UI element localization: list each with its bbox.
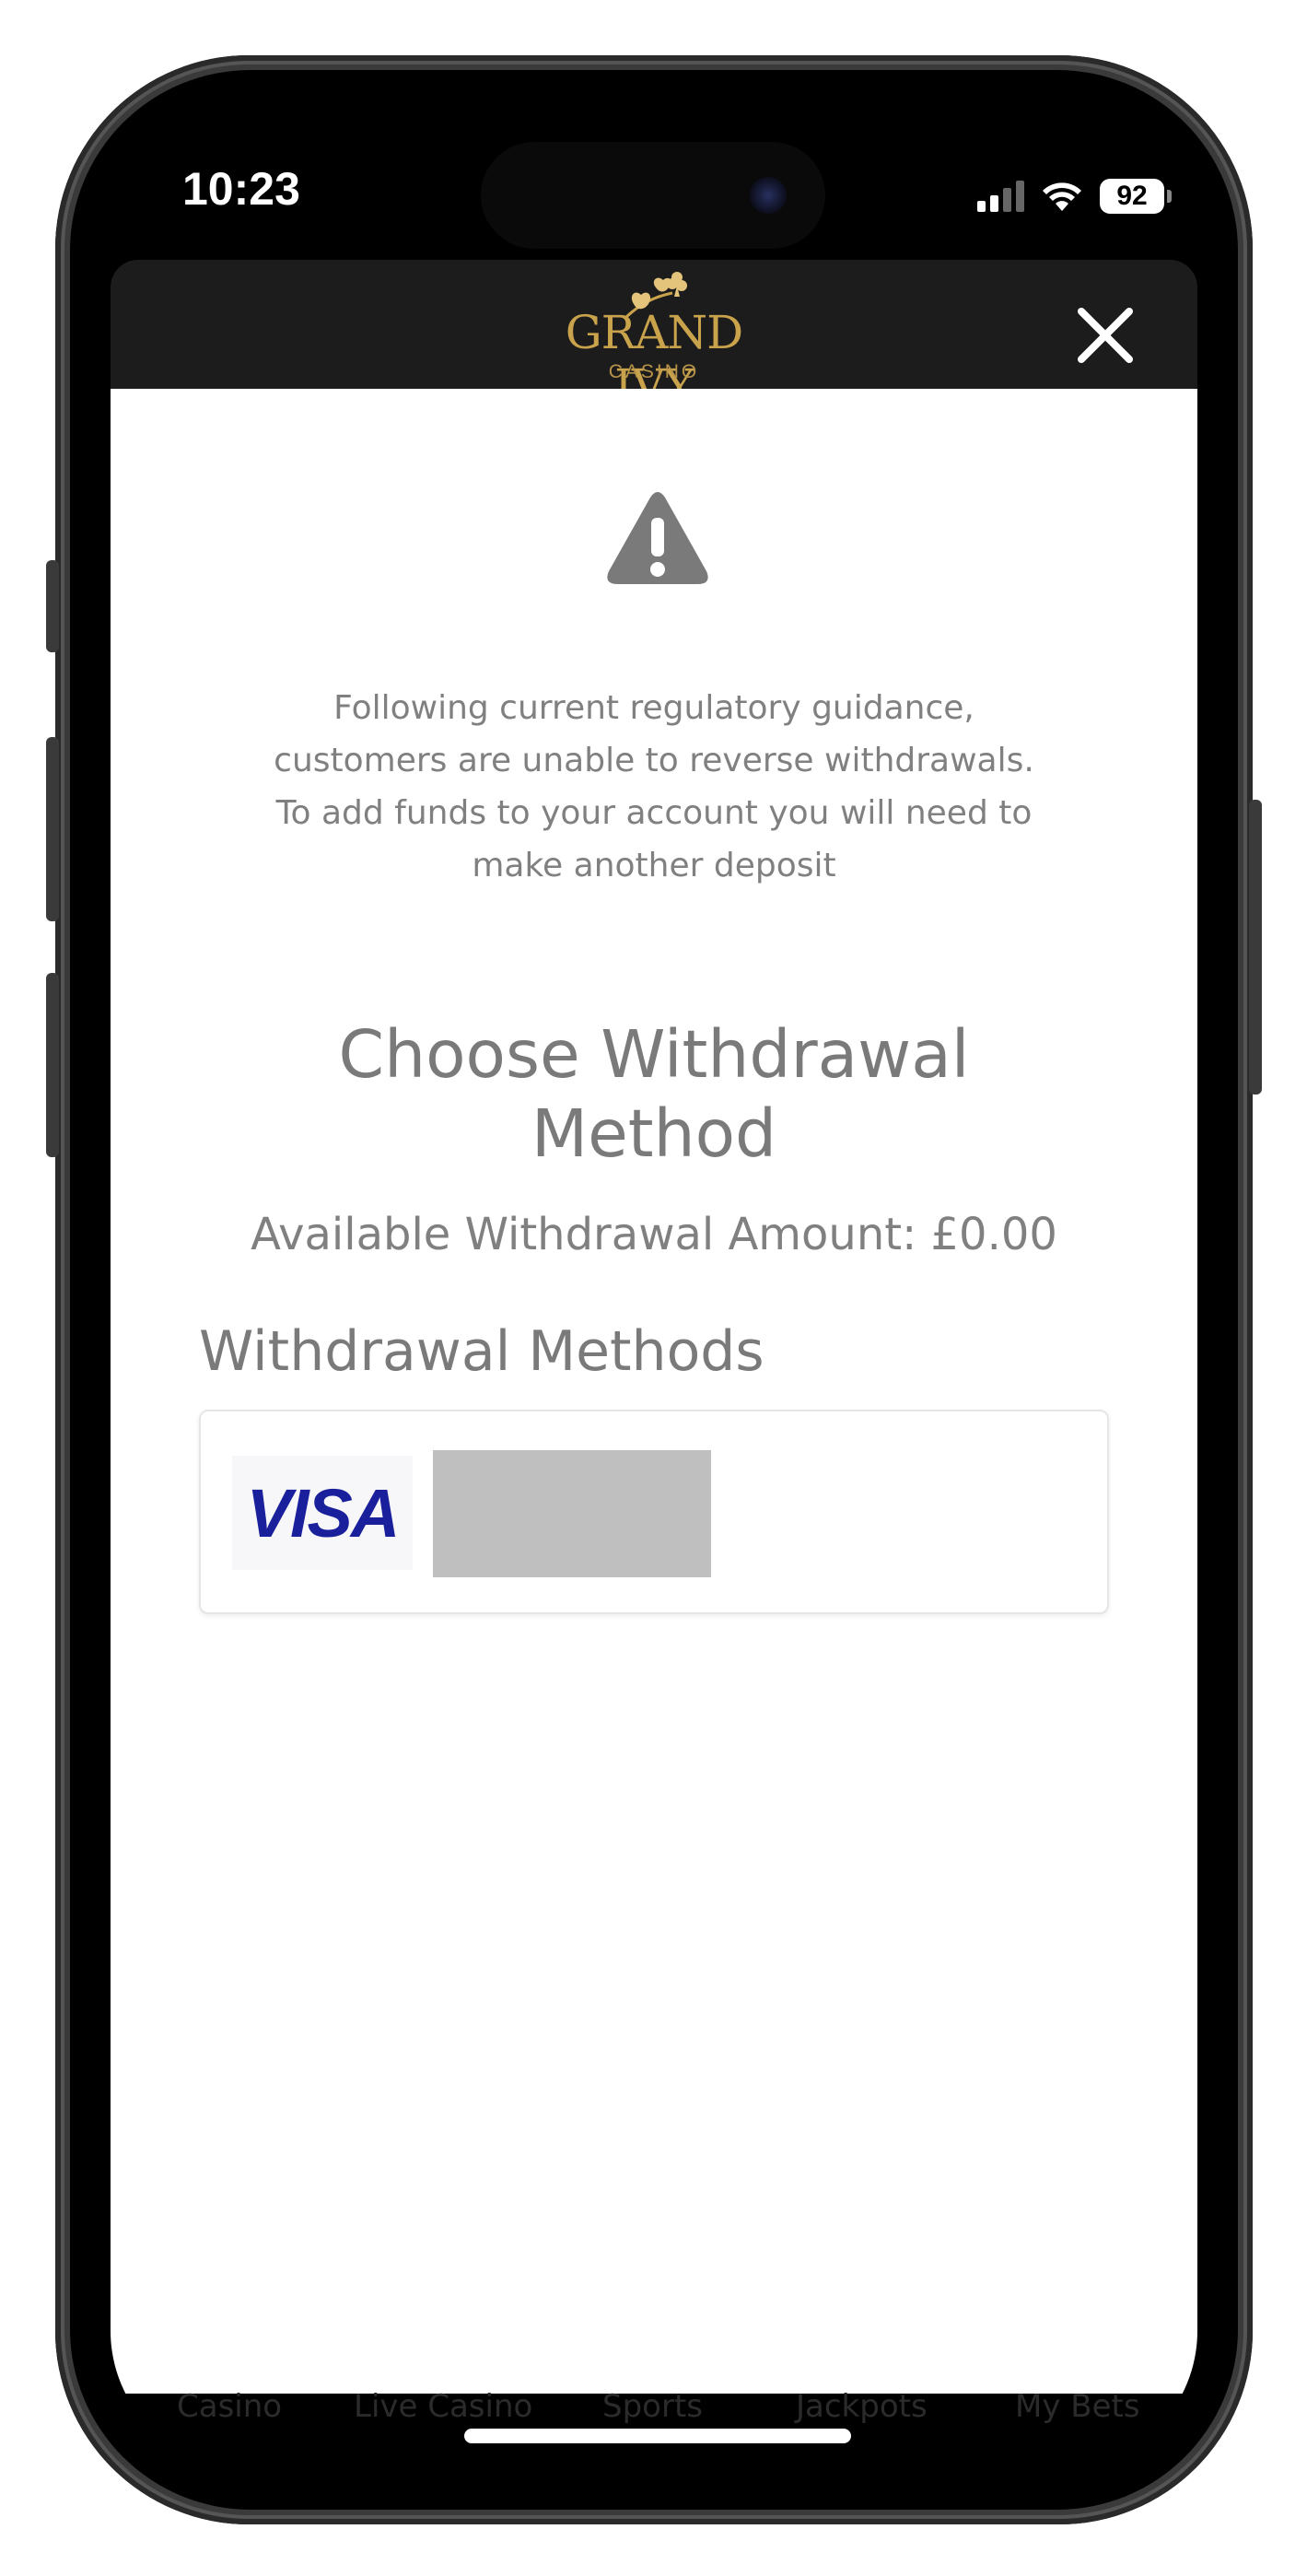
grand-ivy-logo: GRAND IVY CASINO: [534, 269, 774, 413]
action-button: [46, 560, 59, 652]
regulatory-notice: Following current regulatory guidance, c…: [239, 682, 1068, 892]
camera-icon: [750, 177, 787, 214]
volume-down-button: [46, 973, 59, 1157]
status-icons: 92: [977, 173, 1172, 219]
page-title-line-2: Method: [531, 1095, 777, 1172]
warning-icon: [607, 492, 708, 584]
status-time: 10:23: [182, 163, 300, 215]
battery-icon: 92: [1100, 179, 1172, 214]
phone-screen: 10:23 92 GRAND IVY CASINO Following curr…: [111, 111, 1197, 2469]
notice-line-1: Following current regulatory guidance,: [333, 689, 974, 727]
visa-logo: VISA: [232, 1456, 413, 1570]
nav-item-casino[interactable]: Casino: [177, 2388, 282, 2425]
visa-withdrawal-method[interactable]: VISA: [199, 1410, 1109, 1614]
power-button: [1249, 800, 1262, 1095]
redacted-card-details: [433, 1450, 711, 1577]
available-withdrawal-amount: Available Withdrawal Amount: £0.00: [251, 1209, 1057, 1260]
notice-line-3: To add funds to your account you will ne…: [275, 794, 1033, 832]
logo-subtext: CASINO: [608, 361, 700, 382]
volume-up-button: [46, 737, 59, 921]
cellular-signal-icon: [977, 181, 1024, 212]
notice-line-4: make another deposit: [472, 847, 836, 884]
close-button[interactable]: [1076, 306, 1135, 365]
page-title: Choose Withdrawal Method: [239, 1015, 1068, 1174]
wifi-icon: [1043, 182, 1081, 211]
notice-line-2: customers are unable to reverse withdraw…: [274, 742, 1034, 779]
home-indicator[interactable]: [464, 2429, 851, 2443]
nav-item-sports[interactable]: Sports: [602, 2388, 703, 2425]
nav-item-jackpots[interactable]: Jackpots: [796, 2388, 928, 2425]
close-icon: [1078, 308, 1133, 363]
nav-item-my-bets[interactable]: My Bets: [1015, 2388, 1140, 2425]
withdrawal-methods-heading: Withdrawal Methods: [199, 1319, 764, 1384]
visa-logo-text: VISA: [246, 1474, 401, 1551]
bottom-nav: Casino Live Casino Sports Jackpots My Be…: [111, 2384, 1197, 2458]
withdrawal-modal: Following current regulatory guidance, c…: [111, 389, 1197, 2394]
page-title-line-1: Choose Withdrawal: [338, 1016, 970, 1093]
dynamic-island: [481, 142, 825, 249]
app-header: GRAND IVY CASINO: [111, 260, 1197, 413]
nav-item-live-casino[interactable]: Live Casino: [354, 2388, 532, 2425]
